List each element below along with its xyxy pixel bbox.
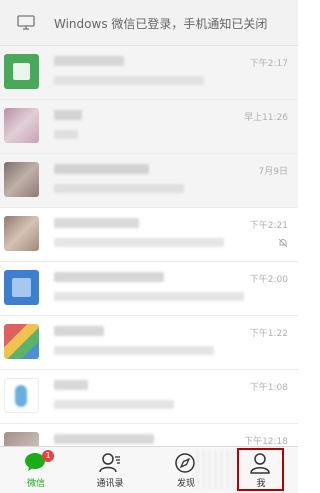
tab-chats[interactable]: 1 微信	[6, 447, 66, 493]
chat-name-redacted	[54, 326, 104, 336]
chat-preview-redacted	[54, 292, 244, 301]
chat-row[interactable]: 下午2:00	[0, 262, 298, 316]
mute-bell-icon	[278, 238, 288, 248]
chat-preview-redacted	[54, 238, 224, 247]
chat-preview-redacted	[54, 184, 184, 193]
chat-name-redacted	[54, 110, 82, 120]
chat-name-redacted	[54, 380, 88, 390]
pc-login-banner[interactable]: Windows 微信已登录，手机通知已关闭	[0, 0, 298, 46]
chat-time: 下午12:18	[244, 437, 288, 446]
chat-preview-redacted	[54, 346, 214, 355]
chat-avatar	[4, 216, 39, 251]
chat-name-redacted	[54, 164, 149, 174]
chat-name-redacted	[54, 218, 139, 228]
chat-time: 下午1:22	[249, 329, 288, 339]
pc-login-text: Windows 微信已登录，手机通知已关闭	[54, 17, 268, 31]
chat-row[interactable]: 早上11:26	[0, 100, 298, 154]
desktop-icon	[17, 15, 35, 30]
chat-row[interactable]: 下午1:22	[0, 316, 298, 370]
chat-avatar	[4, 162, 39, 197]
chat-time: 7月9日	[258, 167, 288, 177]
chat-time: 下午1:08	[249, 383, 288, 393]
chat-list[interactable]: 下午2:17 早上11:26 7月9日 下午2:21 下午2:00 下午1:22…	[0, 46, 298, 446]
chat-time: 下午2:00	[249, 275, 288, 285]
unread-badge: 1	[42, 450, 54, 462]
chat-name-redacted	[54, 434, 154, 444]
tab-contacts[interactable]: 通讯录	[80, 447, 140, 493]
chat-name-redacted	[54, 272, 164, 282]
chat-preview-redacted	[54, 130, 78, 139]
chat-preview-redacted	[54, 76, 204, 85]
chat-row[interactable]: 7月9日	[0, 154, 298, 208]
chat-avatar	[4, 378, 39, 413]
chat-preview-redacted	[54, 400, 174, 409]
tab-me-highlight-box	[237, 448, 284, 491]
contacts-icon	[99, 453, 120, 473]
chat-row[interactable]: 下午2:17	[0, 46, 298, 100]
compass-icon	[175, 453, 195, 473]
chat-row[interactable]: 下午2:21	[0, 208, 298, 262]
tab-chats-label: 微信	[26, 479, 45, 489]
chat-row[interactable]: 下午12:18	[0, 424, 298, 446]
chat-avatar	[4, 432, 39, 446]
chat-avatar	[4, 54, 39, 89]
chat-name-redacted	[54, 56, 124, 66]
chat-avatar	[4, 108, 39, 143]
chat-avatar	[4, 324, 39, 359]
chat-time: 下午2:21	[249, 221, 288, 231]
tab-contacts-label: 通讯录	[96, 479, 124, 489]
chat-time: 下午2:17	[249, 59, 288, 69]
chat-avatar	[4, 270, 39, 305]
chat-row[interactable]: 下午1:08	[0, 370, 298, 424]
chat-time: 早上11:26	[244, 113, 288, 123]
